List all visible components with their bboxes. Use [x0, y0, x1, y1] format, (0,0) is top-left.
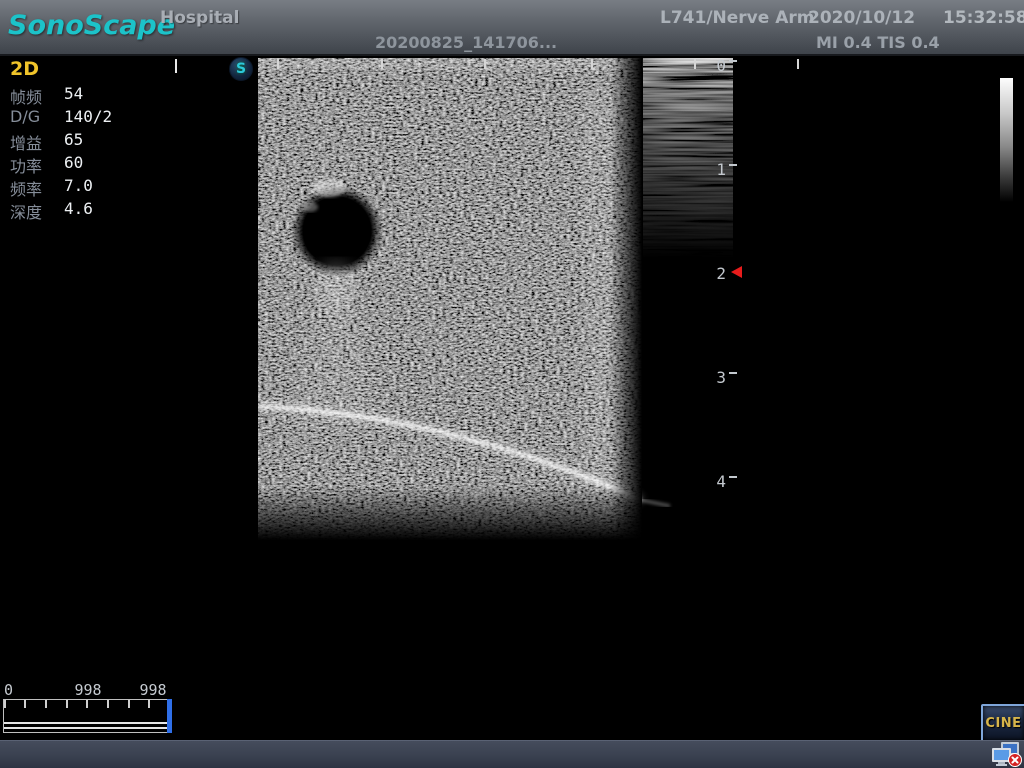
param-label: 频率: [10, 176, 42, 200]
cine-tick: [4, 700, 6, 708]
param-value: 7.0: [64, 176, 93, 195]
param-value: 60: [64, 153, 83, 172]
depth-ruler-label: 2: [706, 264, 726, 283]
param-label: 深度: [10, 199, 42, 223]
scale-tick: [277, 59, 279, 69]
param-label: 增益: [10, 130, 42, 154]
system-date: 2020/10/12: [808, 8, 915, 28]
depth-ruler-label: 0: [706, 56, 726, 75]
cine-range-end: 998: [131, 681, 175, 699]
param-value: 140/2: [64, 107, 112, 126]
focus-marker-icon[interactable]: [731, 266, 742, 278]
cine-range-mid: 998: [66, 681, 110, 699]
system-time: 15:32:58: [943, 8, 1024, 28]
top-status-bar: SonoScape Hospital 20200825_141706... L7…: [0, 0, 1024, 56]
cine-tick: [128, 700, 130, 708]
exam-id: 20200825_141706...: [375, 33, 557, 52]
scale-tick: [797, 59, 799, 69]
probe-preset: L741/Nerve Arm: [660, 8, 814, 28]
sonoscape-logo: SonoScape: [8, 10, 175, 41]
param-row-depth: 深度 4.6: [10, 199, 160, 222]
param-value: 54: [64, 84, 83, 103]
scale-tick: [694, 59, 696, 69]
param-value: 65: [64, 130, 83, 149]
depth-ruler-label: 3: [706, 368, 726, 387]
param-label: 功率: [10, 153, 42, 177]
cine-button-label: CINE: [985, 716, 1021, 731]
cine-tick: [45, 700, 47, 708]
probe-marker-letter: S: [236, 61, 246, 77]
param-row-dynamic-range: D/G 140/2: [10, 107, 160, 130]
depth-ruler-tick: [729, 60, 737, 62]
scale-tick: [484, 59, 486, 69]
grayscale-bar: [1000, 78, 1013, 202]
mi-tis-indices: MI 0.4 TIS 0.4: [816, 33, 940, 52]
ultrasound-machine-screen: SonoScape Hospital 20200825_141706... L7…: [0, 0, 1024, 768]
param-value: 4.6: [64, 199, 93, 218]
cine-range-start: 0: [4, 681, 13, 699]
cine-tick: [66, 700, 68, 708]
tgc-cursor-mark: [175, 59, 177, 73]
cine-tick: [86, 700, 88, 708]
cine-tick: [148, 700, 150, 708]
cine-scrubber[interactable]: [3, 699, 171, 733]
ultrasound-bmode-render: [258, 58, 733, 540]
param-row-framerate: 帧频 54: [10, 84, 160, 107]
depth-ruler-tick: [729, 372, 737, 374]
cine-rail: [4, 722, 170, 729]
param-row-gain: 增益 65: [10, 130, 160, 153]
taskbar: [0, 740, 1024, 768]
depth-ruler-tick: [729, 476, 737, 478]
cine-button[interactable]: CINE: [981, 704, 1024, 742]
param-label: D/G: [10, 107, 40, 126]
param-label: 帧频: [10, 84, 42, 108]
imaging-mode-label: 2D: [10, 58, 39, 80]
depth-ruler-tick: [729, 164, 737, 166]
cine-position-marker[interactable]: [167, 699, 172, 733]
cine-tick: [24, 700, 26, 708]
param-row-frequency: 频率 7.0: [10, 176, 160, 199]
scale-tick: [381, 59, 383, 69]
cine-tick: [107, 700, 109, 708]
hospital-name: Hospital: [160, 8, 239, 28]
network-disconnected-icon[interactable]: [992, 741, 1022, 767]
probe-orientation-marker-icon: S: [229, 57, 253, 81]
depth-ruler-label: 4: [706, 472, 726, 491]
ultrasound-image[interactable]: [258, 58, 733, 540]
depth-ruler-label: 1: [706, 160, 726, 179]
scale-tick: [591, 59, 593, 69]
param-row-power: 功率 60: [10, 153, 160, 176]
